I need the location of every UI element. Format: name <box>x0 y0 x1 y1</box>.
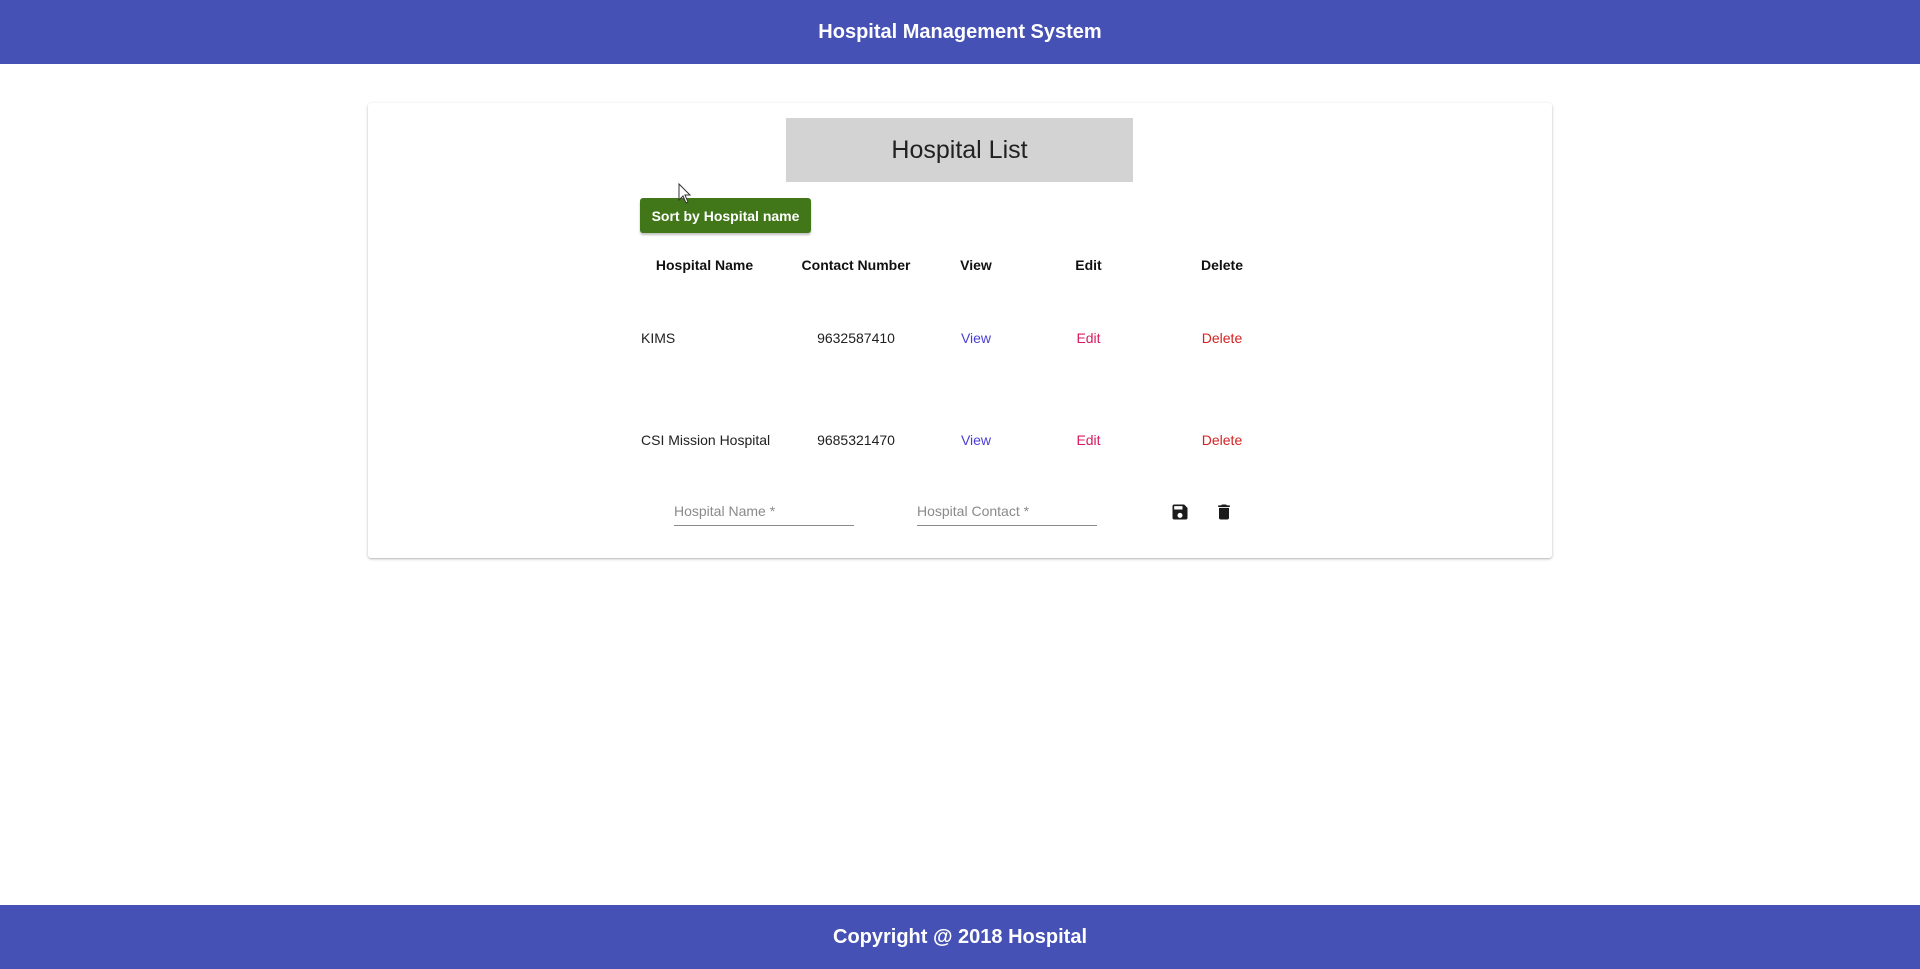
save-icon <box>1172 504 1188 520</box>
delete-link[interactable]: Delete <box>1202 330 1242 346</box>
page-title: Hospital List <box>786 118 1133 182</box>
app-footer: Copyright @ 2018 Hospital <box>0 905 1920 969</box>
edit-link[interactable]: Edit <box>1076 330 1100 346</box>
column-header-hospital-name: Hospital Name <box>655 257 754 273</box>
copyright-text: Copyright @ 2018 Hospital <box>833 925 1087 948</box>
save-button[interactable] <box>1168 500 1192 524</box>
clear-button[interactable] <box>1212 500 1236 524</box>
hospital-name-input[interactable] <box>674 501 854 521</box>
hospital-name-field <box>674 491 854 526</box>
mouse-cursor-icon <box>678 183 692 204</box>
column-header-edit: Edit <box>1075 257 1102 273</box>
hospital-contact-input[interactable] <box>917 501 1097 521</box>
column-header-view: View <box>960 257 992 273</box>
hospital-name-cell: KIMS <box>641 330 676 346</box>
sort-by-name-button[interactable]: Sort by Hospital name <box>640 198 811 233</box>
column-header-contact-number: Contact Number <box>801 257 911 273</box>
hospital-table: Hospital Name Contact Number View Edit D… <box>638 243 1278 491</box>
table-row: CSI Mission Hospital 9685321470 View Edi… <box>638 389 1278 491</box>
app-header: Hospital Management System <box>0 0 1920 64</box>
column-header-delete: Delete <box>1200 257 1244 273</box>
table-header-row: Hospital Name Contact Number View Edit D… <box>638 243 1278 287</box>
hospital-contact-field <box>917 491 1097 526</box>
edit-link[interactable]: Edit <box>1076 432 1100 448</box>
hospital-name-cell: CSI Mission Hospital <box>641 432 771 448</box>
delete-link[interactable]: Delete <box>1202 432 1242 448</box>
contact-number-cell: 9685321470 <box>817 432 895 448</box>
view-link[interactable]: View <box>961 330 991 346</box>
contact-number-cell: 9632587410 <box>817 330 895 346</box>
trash-icon <box>1218 504 1230 520</box>
view-link[interactable]: View <box>961 432 991 448</box>
hospital-list-card: Hospital List Sort by Hospital name Hosp… <box>368 103 1552 558</box>
app-title: Hospital Management System <box>818 20 1102 43</box>
table-row: KIMS 9632587410 View Edit Delete <box>638 287 1278 389</box>
